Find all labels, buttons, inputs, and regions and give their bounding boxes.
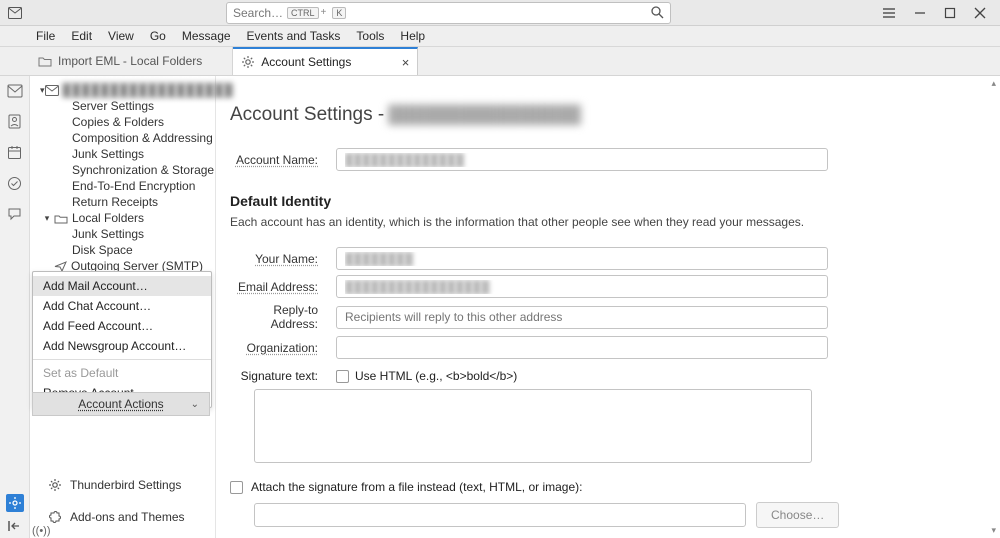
- close-icon[interactable]: ×: [402, 56, 410, 69]
- app-icon: [0, 7, 30, 19]
- menu-add-feed-account[interactable]: Add Feed Account…: [33, 316, 211, 336]
- close-button[interactable]: [974, 7, 986, 19]
- tree-server-settings[interactable]: Server Settings: [34, 98, 215, 114]
- org-input[interactable]: [336, 336, 828, 359]
- hamburger-icon[interactable]: [882, 7, 896, 19]
- tree-local-folders[interactable]: ▾ Local Folders: [34, 210, 215, 226]
- search-shortcut-k: K: [332, 7, 346, 19]
- global-search-input[interactable]: Search… CTRL + K: [226, 2, 671, 24]
- attach-sig-label: Attach the signature from a file instead…: [251, 480, 582, 494]
- use-html-checkbox[interactable]: [336, 370, 349, 383]
- choose-button[interactable]: Choose…: [756, 502, 839, 528]
- search-shortcut-ctrl: CTRL: [287, 7, 319, 19]
- folder-icon: [38, 55, 52, 67]
- sidebar-thunderbird-settings[interactable]: Thunderbird Settings: [48, 478, 185, 492]
- scroll-down-icon[interactable]: ▾: [991, 525, 996, 536]
- puzzle-icon: [48, 510, 62, 524]
- tasks-rail-icon[interactable]: [7, 176, 22, 191]
- email-label: Email Address:: [230, 280, 318, 294]
- gear-icon: [241, 55, 255, 69]
- send-icon: [54, 261, 67, 272]
- account-name-blurred: ██████████████████: [63, 83, 234, 97]
- menu-bar: File Edit View Go Message Events and Tas…: [0, 26, 1000, 47]
- account-actions-menu: Add Mail Account… Add Chat Account… Add …: [32, 271, 212, 408]
- email-input[interactable]: [336, 275, 828, 298]
- addressbook-rail-icon[interactable]: [7, 114, 22, 129]
- menu-message[interactable]: Message: [176, 26, 237, 46]
- default-identity-heading: Default Identity: [230, 193, 972, 209]
- search-placeholder: Search…: [233, 6, 283, 20]
- left-icon-rail: [0, 76, 30, 538]
- menu-edit[interactable]: Edit: [65, 26, 98, 46]
- page-heading: Account Settings - ████████████████: [230, 104, 972, 126]
- calendar-rail-icon[interactable]: [7, 145, 22, 160]
- tab-label: Import EML - Local Folders: [58, 54, 202, 68]
- caret-down-icon: ▾: [40, 213, 54, 224]
- menu-go[interactable]: Go: [144, 26, 172, 46]
- account-name-input[interactable]: [336, 148, 828, 171]
- maximize-button[interactable]: [944, 7, 956, 19]
- chat-rail-icon[interactable]: [7, 207, 22, 221]
- org-label: Organization:: [230, 341, 318, 355]
- mail-rail-icon[interactable]: [7, 84, 23, 98]
- scroll-up-icon[interactable]: ▴: [991, 78, 996, 89]
- content-pane: Account Settings - ████████████████ Acco…: [216, 76, 1000, 538]
- tree-lf-junk[interactable]: Junk Settings: [34, 226, 215, 242]
- minimize-button[interactable]: [914, 7, 926, 19]
- tab-account-settings[interactable]: Account Settings ×: [233, 47, 418, 75]
- menu-add-chat-account[interactable]: Add Chat Account…: [33, 296, 211, 316]
- menu-help[interactable]: Help: [394, 26, 431, 46]
- tree-return-receipts[interactable]: Return Receipts: [34, 194, 215, 210]
- folder-icon: [54, 213, 68, 224]
- tree-sync-storage[interactable]: Synchronization & Storage: [34, 162, 215, 178]
- tab-label: Account Settings: [261, 55, 351, 69]
- tree-copies-folders[interactable]: Copies & Folders: [34, 114, 215, 130]
- account-sidebar: ▾ ██████████████████ Server Settings Cop…: [30, 76, 216, 538]
- replyto-input[interactable]: [336, 306, 828, 329]
- use-html-label: Use HTML (e.g., <b>bold</b>): [355, 369, 517, 383]
- tree-composition[interactable]: Composition & Addressing: [34, 130, 215, 146]
- menu-add-mail-account[interactable]: Add Mail Account…: [33, 276, 211, 296]
- tab-bar: Import EML - Local Folders Account Setti…: [0, 47, 1000, 76]
- chevron-down-icon: ⌄: [191, 399, 199, 410]
- mail-icon: [45, 85, 59, 96]
- menu-tools[interactable]: Tools: [350, 26, 390, 46]
- account-name-label: Account Name:: [230, 153, 318, 167]
- menu-add-newsgroup-account[interactable]: Add Newsgroup Account…: [33, 336, 211, 356]
- tree-lf-disk[interactable]: Disk Space: [34, 242, 215, 258]
- account-actions-button[interactable]: Account Actions ⌄: [32, 392, 210, 416]
- settings-rail-icon[interactable]: [6, 494, 24, 512]
- sidebar-addons-themes[interactable]: Add-ons and Themes: [48, 510, 185, 524]
- menu-set-default: Set as Default: [33, 363, 211, 383]
- tab-import-eml[interactable]: Import EML - Local Folders: [30, 47, 233, 75]
- default-identity-subtext: Each account has an identity, which is t…: [230, 215, 972, 229]
- title-bar: Search… CTRL + K: [0, 0, 1000, 26]
- menu-view[interactable]: View: [102, 26, 140, 46]
- signature-file-input[interactable]: [254, 503, 746, 527]
- collapse-rail-icon[interactable]: [8, 520, 22, 532]
- vertical-scrollbar[interactable]: ▴ ▾: [984, 76, 998, 538]
- replyto-label: Reply-to Address:: [230, 303, 318, 331]
- your-name-label: Your Name:: [230, 252, 318, 266]
- tree-junk[interactable]: Junk Settings: [34, 146, 215, 162]
- connection-status-icon: ((•)): [32, 525, 51, 537]
- your-name-input[interactable]: [336, 247, 828, 270]
- attach-sig-checkbox[interactable]: [230, 481, 243, 494]
- search-icon: [651, 6, 664, 19]
- account-node[interactable]: ▾ ██████████████████: [34, 82, 215, 98]
- signature-textarea[interactable]: [254, 389, 812, 463]
- menu-events-tasks[interactable]: Events and Tasks: [241, 26, 347, 46]
- tree-e2e[interactable]: End-To-End Encryption: [34, 178, 215, 194]
- signature-label: Signature text:: [230, 369, 318, 383]
- gear-icon: [48, 478, 62, 492]
- menu-file[interactable]: File: [30, 26, 61, 46]
